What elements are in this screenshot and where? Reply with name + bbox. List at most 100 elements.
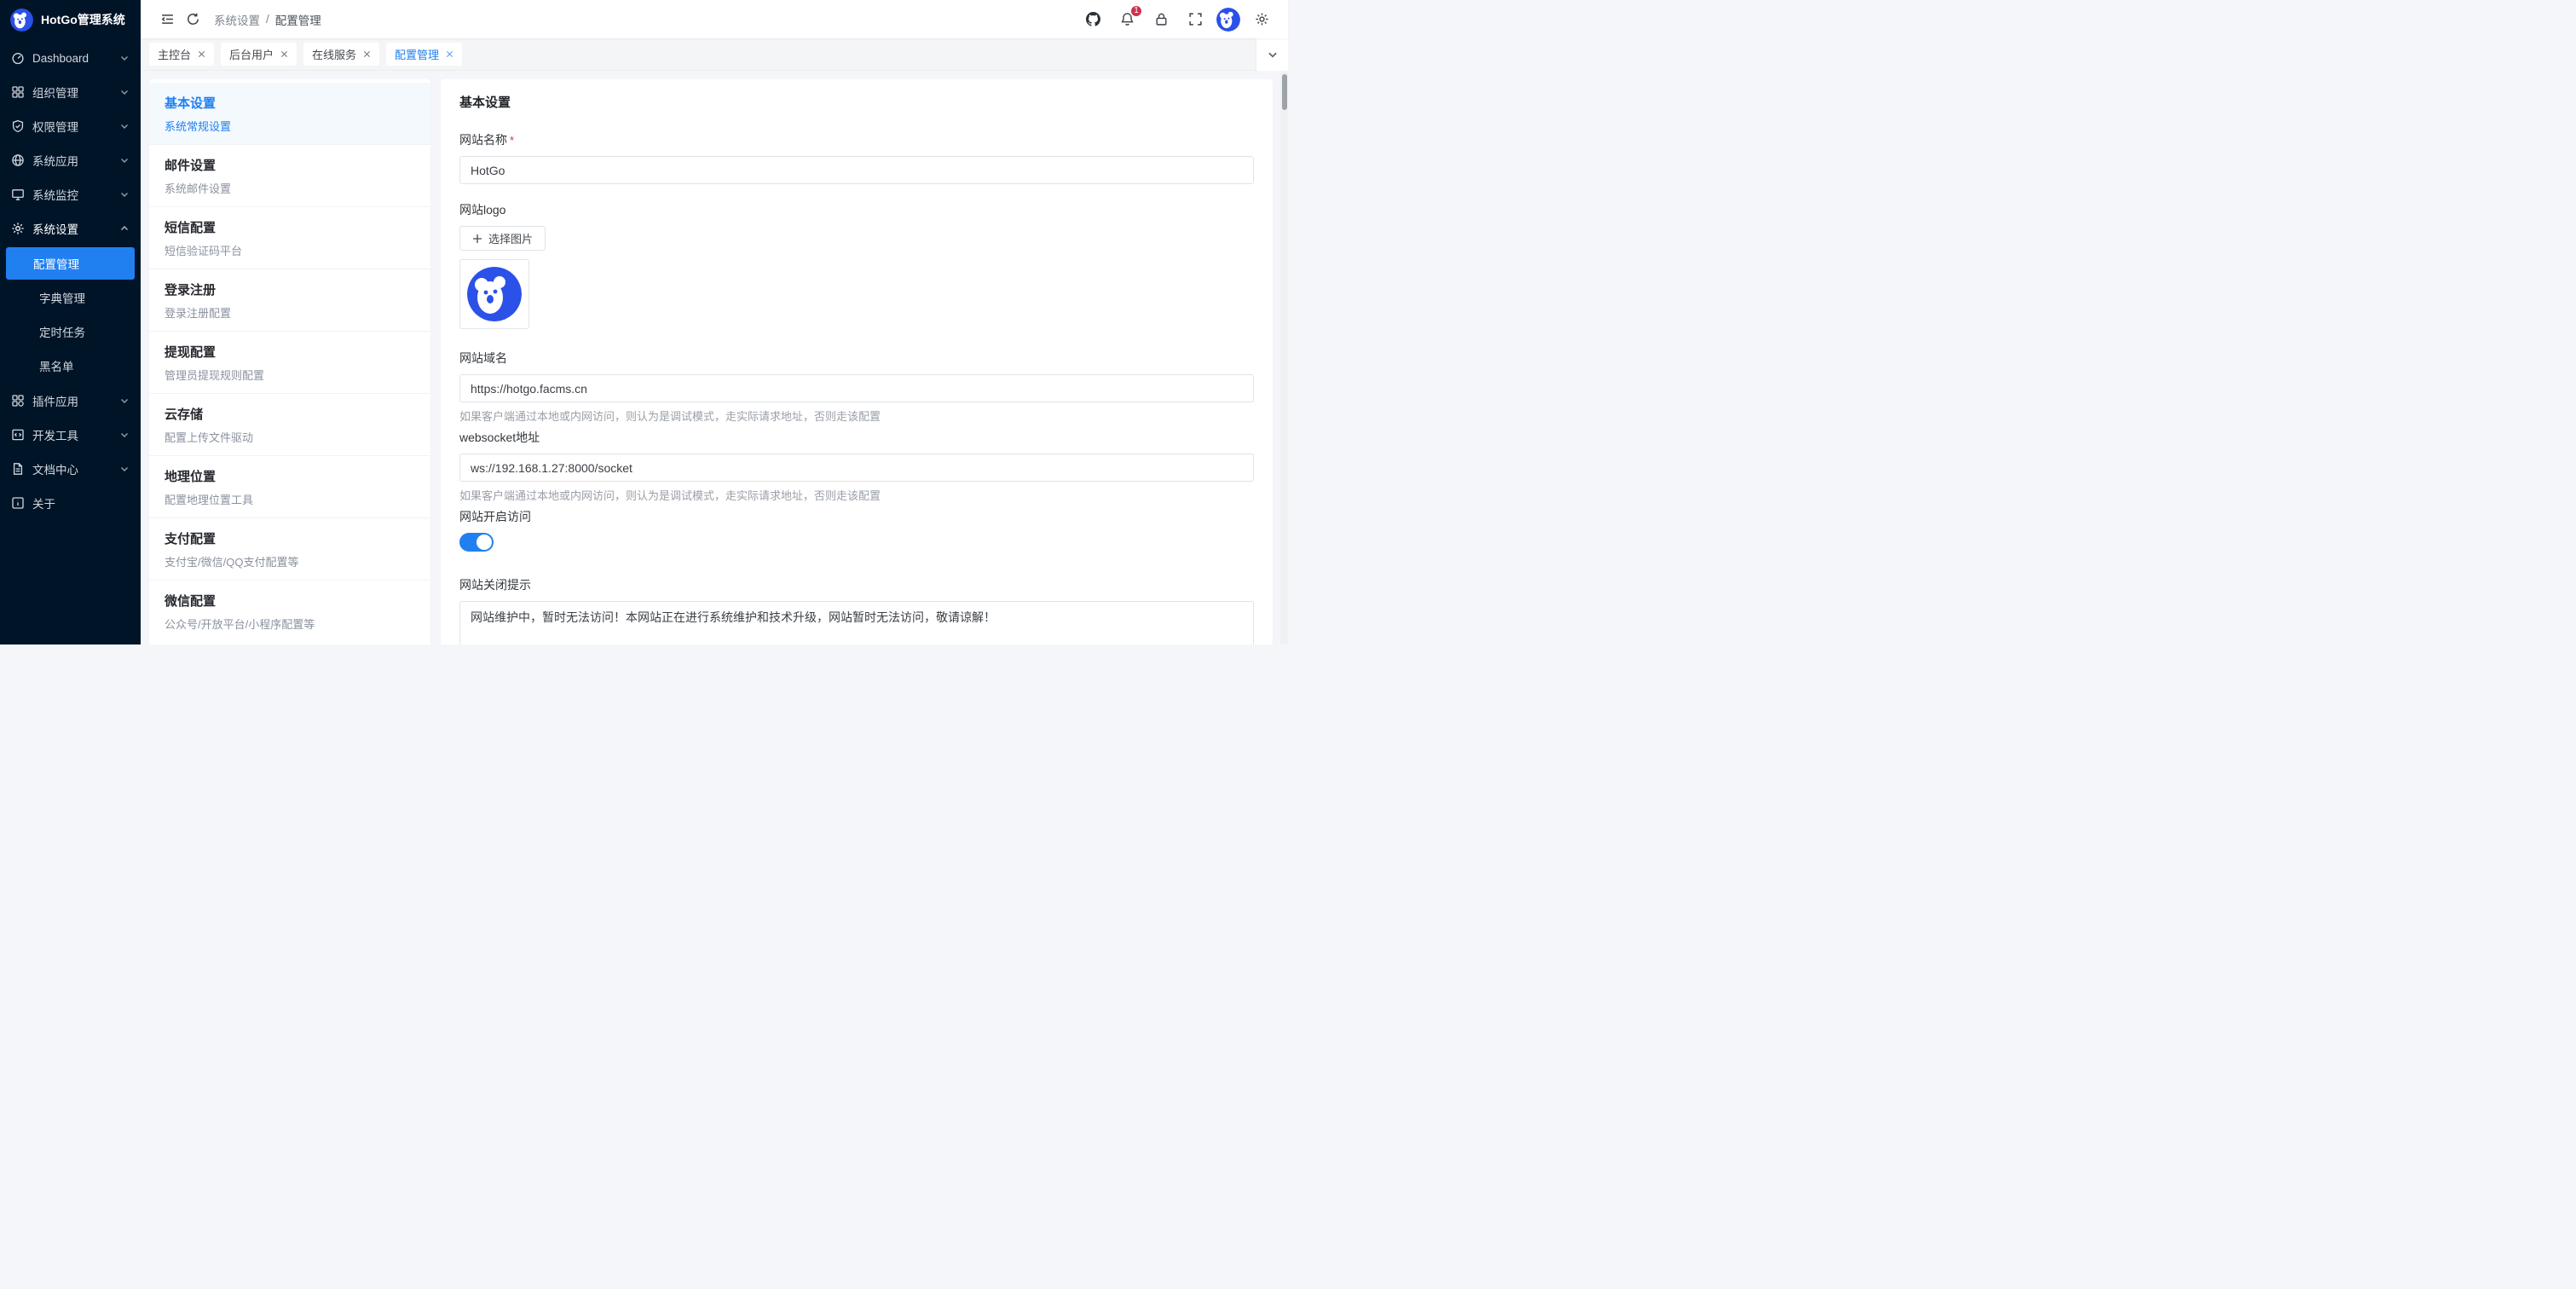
breadcrumb-separator: / (266, 13, 269, 26)
user-avatar[interactable] (1216, 8, 1240, 32)
close-tip-label: 网站关闭提示 (459, 576, 1254, 593)
site-name-label: 网站名称 (459, 131, 507, 148)
dashboard-icon (11, 51, 25, 65)
org-grid-icon (11, 85, 25, 99)
chevron-down-icon (1267, 49, 1279, 61)
tab-config-management[interactable]: 配置管理 (386, 43, 462, 66)
settings-nav-item-geo[interactable]: 地理位置 配置地理位置工具 (149, 456, 430, 518)
monitor-icon (11, 188, 25, 201)
site-domain-help: 如果客户端通过本地或内网访问，则认为是调试模式，走实际请求地址，否则走该配置 (459, 408, 1254, 424)
site-logo-thumbnail[interactable] (459, 259, 529, 329)
form-title: 基本设置 (459, 93, 1254, 111)
select-image-button[interactable]: 选择图片 (459, 226, 546, 251)
chevron-down-icon (119, 155, 130, 165)
settings-nav-item-withdraw[interactable]: 提现配置 管理员提现规则配置 (149, 332, 430, 394)
settings-nav-item-basic[interactable]: 基本设置 系统常规设置 (149, 83, 430, 145)
close-icon[interactable] (280, 50, 288, 59)
settings-nav-item-login[interactable]: 登录注册 登录注册配置 (149, 269, 430, 332)
refresh-icon[interactable] (180, 7, 205, 32)
breadcrumb-parent[interactable]: 系统设置 (214, 11, 260, 28)
devtools-icon (11, 428, 25, 442)
field-close-tip: 网站关闭提示 网站维护中，暂时无法访问！本网站正在进行系统维护和技术升级，网站暂… (459, 576, 1254, 644)
chevron-up-icon (119, 223, 130, 234)
tab-admin-users[interactable]: 后台用户 (221, 43, 297, 66)
chevron-down-icon (119, 464, 130, 474)
breadcrumb: 系统设置 / 配置管理 (214, 11, 321, 28)
app-logo[interactable]: HotGo管理系统 (0, 0, 141, 39)
top-header: 系统设置 / 配置管理 1 (141, 0, 1288, 38)
sidebar-item-about[interactable]: 关于 (0, 486, 141, 520)
sidebar-item-plugins[interactable]: 插件应用 (0, 384, 141, 418)
basic-settings-form: 基本设置 网站名称 * 网站logo 选择图片 (441, 79, 1273, 644)
settings-nav-item-payment[interactable]: 支付配置 支付宝/微信/QQ支付配置等 (149, 518, 430, 581)
sidebar-item-permission[interactable]: 权限管理 (0, 109, 141, 143)
app-root: HotGo管理系统 Dashboard 组织管理 权限 (0, 0, 1288, 644)
plugin-grid-icon (11, 394, 25, 408)
lock-screen-icon[interactable] (1148, 7, 1174, 32)
field-websocket: websocket地址 如果客户端通过本地或内网访问，则认为是调试模式，走实际请… (459, 429, 1254, 503)
chevron-down-icon (119, 189, 130, 199)
settings-nav-item-email[interactable]: 邮件设置 系统邮件设置 (149, 145, 430, 207)
close-icon[interactable] (362, 50, 371, 59)
tab-bar: 主控台 后台用户 在线服务 配置管理 (141, 38, 1288, 71)
header-actions: 1 (1080, 7, 1274, 32)
fullscreen-icon[interactable] (1182, 7, 1208, 32)
tab-dashboard[interactable]: 主控台 (149, 43, 214, 66)
site-name-input[interactable] (459, 156, 1254, 184)
settings-nav-item-wechat[interactable]: 微信配置 公众号/开放平台/小程序配置等 (149, 581, 430, 642)
settings-gear-icon[interactable] (1249, 7, 1274, 32)
tab-options-dropdown[interactable] (1256, 38, 1288, 71)
tab-online-service[interactable]: 在线服务 (303, 43, 379, 66)
avatar-logo-icon (1216, 8, 1240, 32)
chevron-down-icon (119, 53, 130, 63)
sidebar-item-org[interactable]: 组织管理 (0, 75, 141, 109)
field-site-logo: 网站logo 选择图片 (459, 201, 1254, 329)
sidebar-item-settings[interactable]: 系统设置 (0, 211, 141, 246)
notification-badge: 1 (1129, 4, 1143, 18)
settings-nav-item-storage[interactable]: 云存储 配置上传文件驱动 (149, 394, 430, 456)
close-tip-textarea[interactable]: 网站维护中，暂时无法访问！本网站正在进行系统维护和技术升级，网站暂时无法访问，敬… (459, 601, 1254, 644)
chevron-down-icon (119, 430, 130, 440)
sidebar-subitem-cron[interactable]: 定时任务 (6, 315, 135, 348)
websocket-input[interactable] (459, 454, 1254, 482)
plus-icon (472, 234, 482, 244)
breadcrumb-current: 配置管理 (275, 11, 321, 28)
sidebar: HotGo管理系统 Dashboard 组织管理 权限 (0, 0, 141, 644)
sidebar-item-docs[interactable]: 文档中心 (0, 452, 141, 486)
sidebar-item-monitor[interactable]: 系统监控 (0, 177, 141, 211)
close-icon[interactable] (445, 50, 453, 59)
sidebar-item-dashboard[interactable]: Dashboard (0, 41, 141, 75)
site-open-toggle[interactable] (459, 533, 494, 552)
site-open-label: 网站开启访问 (459, 508, 1254, 525)
scrollbar-thumb[interactable] (1282, 74, 1287, 110)
brand-logo-icon (10, 9, 33, 32)
settings-nav-item-sms[interactable]: 短信配置 短信验证码平台 (149, 207, 430, 269)
site-domain-input[interactable] (459, 374, 1254, 402)
sidebar-subitem-blacklist[interactable]: 黑名单 (6, 350, 135, 382)
sidebar-menu: Dashboard 组织管理 权限管理 (0, 39, 141, 644)
github-icon[interactable] (1080, 7, 1106, 32)
field-site-name: 网站名称 * (459, 131, 1254, 184)
toggle-knob (477, 535, 492, 550)
gear-icon (11, 222, 25, 235)
page-scrollbar[interactable] (1280, 72, 1288, 644)
sidebar-collapse-icon[interactable] (154, 7, 180, 32)
site-logo-label: 网站logo (459, 201, 1254, 218)
content-area: 基本设置 系统常规设置 邮件设置 系统邮件设置 短信配置 短信验证码平台 登录注… (141, 71, 1288, 644)
chevron-down-icon (119, 87, 130, 97)
site-domain-label: 网站域名 (459, 350, 1254, 367)
websocket-label: websocket地址 (459, 429, 1254, 446)
websocket-help: 如果客户端通过本地或内网访问，则认为是调试模式，走实际请求地址，否则走该配置 (459, 487, 1254, 503)
app-title: HotGo管理系统 (41, 11, 125, 28)
chevron-down-icon (119, 396, 130, 406)
site-logo-image (467, 267, 522, 321)
field-site-domain: 网站域名 如果客户端通过本地或内网访问，则认为是调试模式，走实际请求地址，否则走… (459, 350, 1254, 424)
settings-submenu: 配置管理 字典管理 定时任务 黑名单 (0, 247, 141, 382)
notifications-bell-icon[interactable]: 1 (1114, 7, 1140, 32)
sidebar-subitem-dict[interactable]: 字典管理 (6, 281, 135, 314)
close-icon[interactable] (197, 50, 205, 59)
sidebar-subitem-config[interactable]: 配置管理 (6, 247, 135, 280)
sidebar-item-devtools[interactable]: 开发工具 (0, 418, 141, 452)
sidebar-item-apps[interactable]: 系统应用 (0, 143, 141, 177)
docs-icon (11, 462, 25, 476)
